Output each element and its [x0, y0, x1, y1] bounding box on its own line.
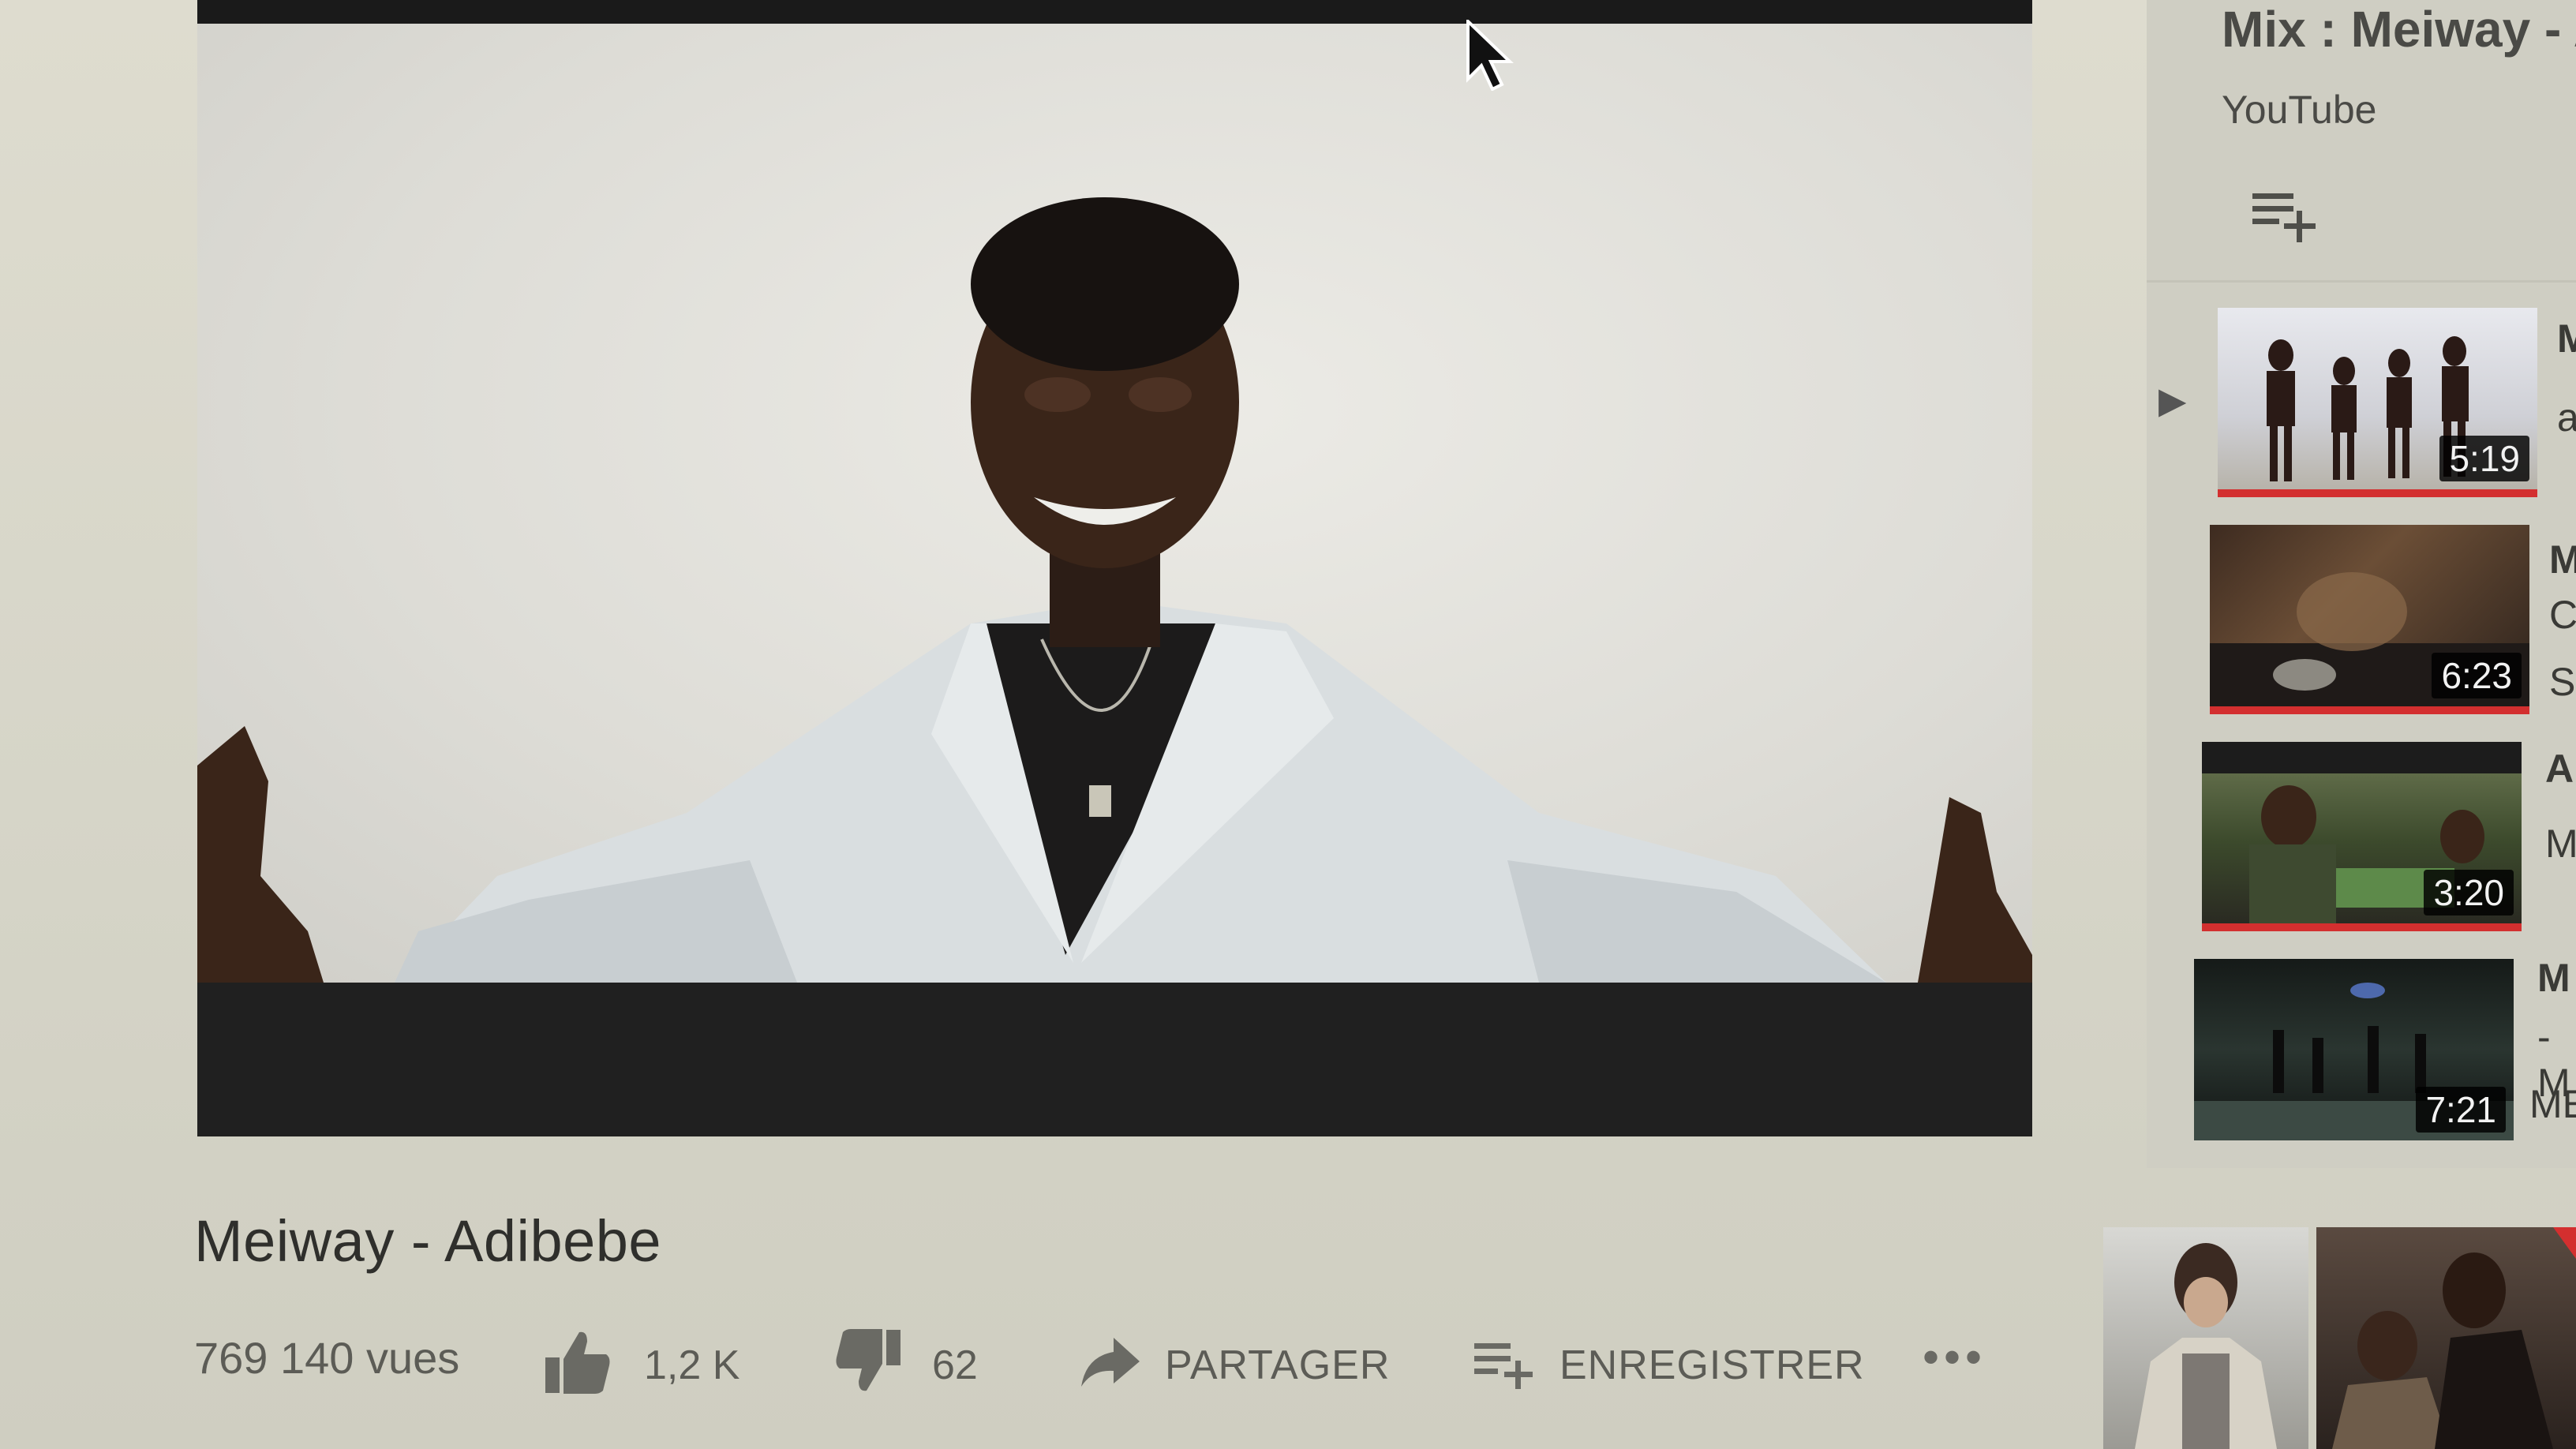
mix-title[interactable]: Mix : Meiway - A — [2222, 0, 2576, 58]
playlist-item-channel: C — [2549, 593, 2576, 637]
thumbs-up-icon[interactable] — [541, 1326, 612, 1397]
dislike-count[interactable]: 62 — [932, 1342, 978, 1389]
view-count: 769 140 vues — [194, 1333, 460, 1383]
playlist-item-thumbnail[interactable]: 5:19 — [2218, 308, 2537, 497]
duration-badge: 3:20 — [2424, 870, 2514, 915]
video-letterbox — [197, 983, 2032, 1136]
duration-badge: 5:19 — [2439, 436, 2529, 481]
thumbnail-image — [2332, 1227, 2576, 1449]
screen: Meiway - Adibebe 769 140 vues 1,2 K 62 P… — [0, 0, 2576, 1449]
share-button[interactable]: PARTAGER — [1165, 1342, 1390, 1389]
playlist-item-thumbnail[interactable]: 7:21 — [2194, 959, 2514, 1140]
divider — [2147, 280, 2576, 283]
playlist-item-meta: ME — [2529, 1082, 2576, 1126]
playlist-item-title[interactable]: M — [2537, 955, 2570, 1001]
playlist-item-title[interactable]: M — [2557, 316, 2576, 361]
play-indicator-icon: ▶ — [2159, 380, 2187, 421]
playlist-item-meta: S — [2549, 660, 2576, 704]
playlist-item-channel: a — [2557, 395, 2576, 440]
playlist-add-icon[interactable] — [2249, 185, 2320, 249]
mix-source: YouTube — [2222, 88, 2377, 132]
duration-badge: 6:23 — [2432, 653, 2522, 698]
playlist-item-title[interactable]: M — [2549, 537, 2576, 582]
video-content-person — [197, 197, 2032, 983]
playlist-add-icon[interactable] — [1473, 1332, 1536, 1395]
recommended-video-thumbnail[interactable] — [2103, 1227, 2308, 1449]
cursor-icon — [1466, 20, 1514, 91]
playlist-item-channel: M — [2545, 822, 2576, 866]
playlist-item-thumbnail[interactable]: 3:20 — [2202, 742, 2522, 931]
video-player[interactable] — [197, 0, 2032, 1136]
video-frame — [197, 24, 2032, 983]
duration-badge: 7:21 — [2416, 1087, 2506, 1133]
mix-playlist-panel: Mix : Meiway - A YouTube ▶ 5:19 M a 6:23… — [2147, 0, 2576, 1168]
save-button[interactable]: ENREGISTRER — [1559, 1342, 1865, 1389]
thumbs-down-icon[interactable] — [833, 1326, 904, 1397]
more-icon[interactable]: ••• — [1923, 1330, 1986, 1384]
thumbnail-image — [2135, 1243, 2277, 1449]
playlist-item-title[interactable]: A — [2545, 746, 2574, 792]
like-count[interactable]: 1,2 K — [644, 1342, 739, 1389]
recommended-video-thumbnail[interactable] — [2316, 1227, 2576, 1449]
playlist-item-thumbnail[interactable]: 6:23 — [2210, 525, 2529, 714]
video-actions-row: 769 140 vues 1,2 K 62 PARTAGER ENREGISTR… — [194, 1326, 2009, 1405]
share-icon[interactable] — [1078, 1330, 1141, 1393]
video-title: Meiway - Adibebe — [194, 1208, 662, 1274]
